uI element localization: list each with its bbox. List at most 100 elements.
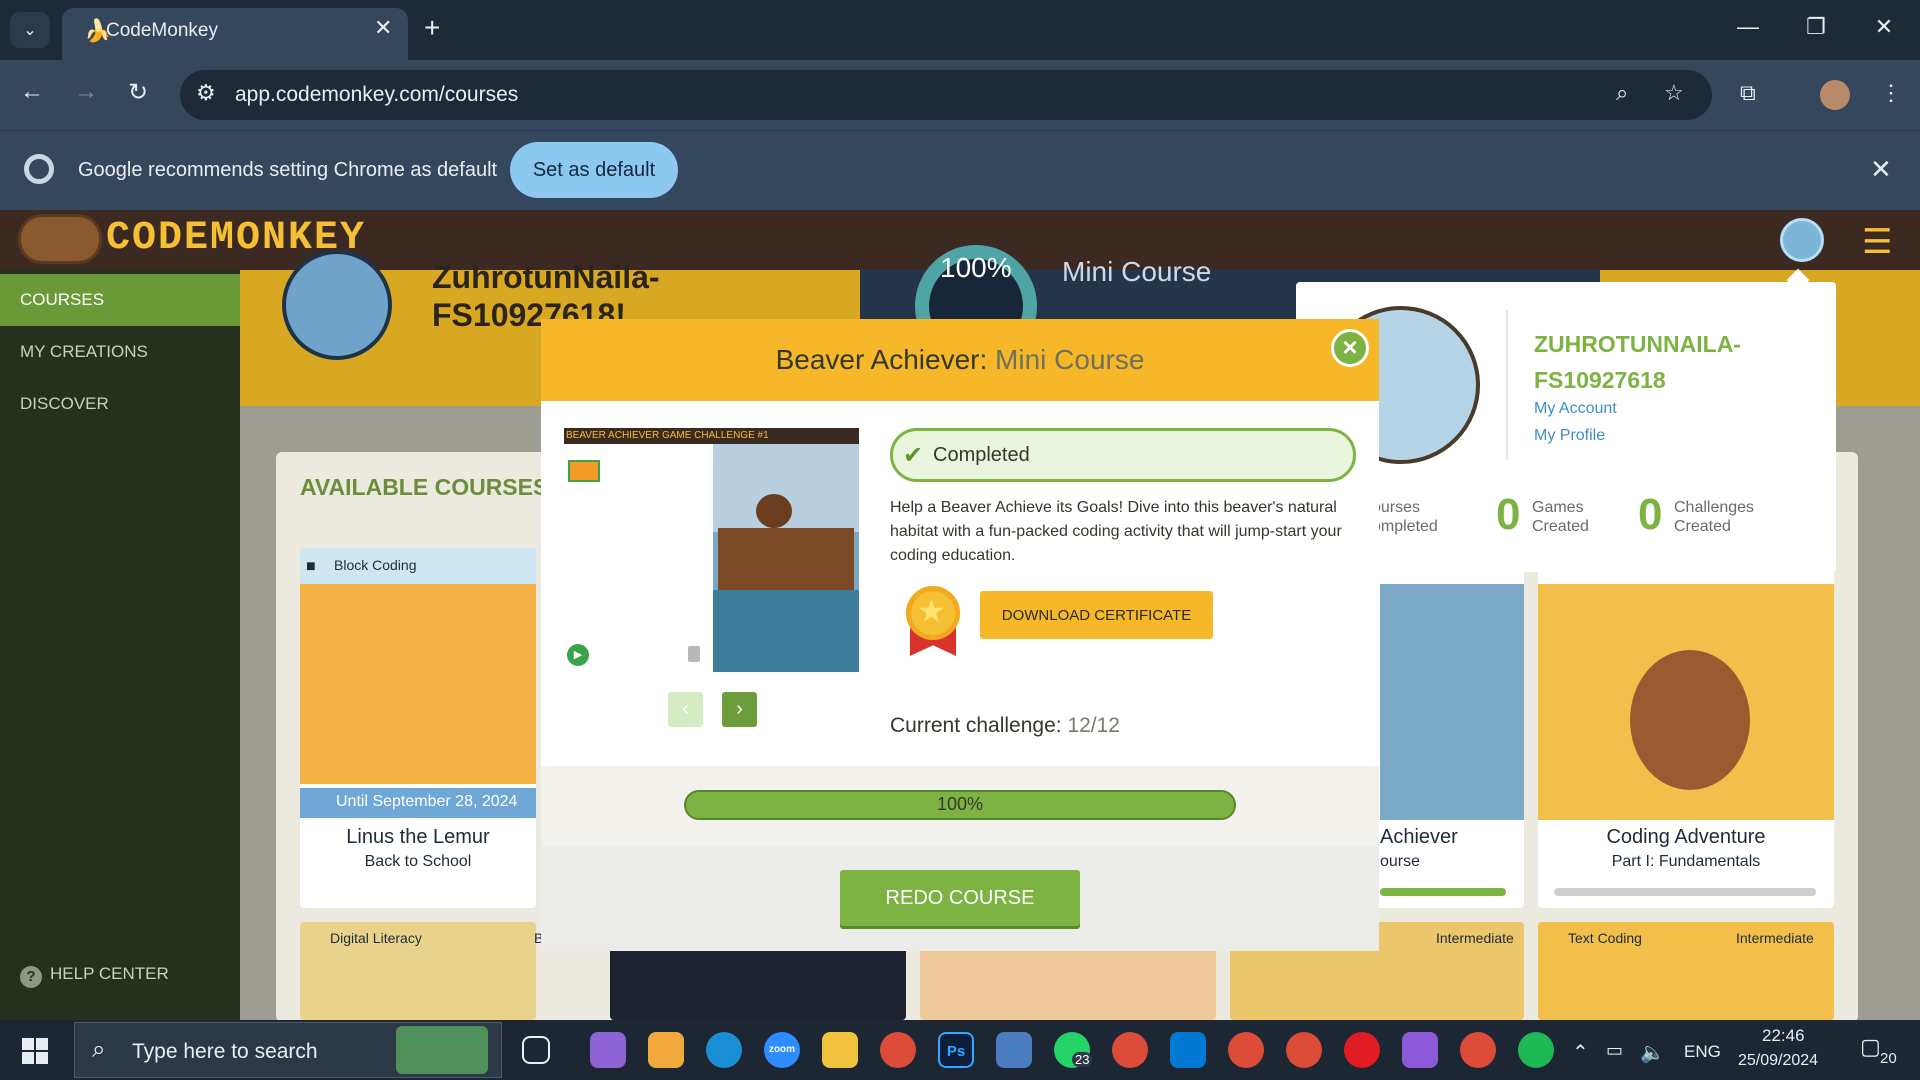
microsoft-store-icon[interactable] (648, 1032, 684, 1068)
preview-next-button[interactable]: › (722, 692, 757, 727)
clock-date[interactable]: 25/09/2024 (1738, 1052, 1818, 1070)
status-text: Completed (933, 444, 1030, 466)
card-subtitle: Part I: Fundamentals (1611, 853, 1761, 870)
tab-search-button[interactable]: ⌄ (10, 12, 50, 48)
header-avatar[interactable] (1780, 218, 1824, 262)
set-as-default-button[interactable]: Set as default (510, 142, 678, 198)
profile-avatar[interactable] (1820, 80, 1850, 110)
network-app-icon[interactable] (996, 1032, 1032, 1068)
zoom-icon[interactable]: ⌕ (1616, 80, 1628, 106)
back-icon[interactable]: ← (20, 78, 44, 106)
card-title: Achiever (1380, 826, 1458, 848)
bookmark-star-icon[interactable]: ☆ (1664, 80, 1684, 106)
banner-percent: 100% (940, 252, 1012, 283)
sidebar-item-my-creations[interactable]: MY CREATIONS (0, 326, 240, 378)
tab-close-icon[interactable]: ✕ (374, 15, 392, 41)
banner-course-name: Mini Course (1062, 256, 1212, 287)
chrome-profile-r3-icon[interactable] (1460, 1032, 1496, 1068)
sidebar-item-discover[interactable]: DISCOVER (0, 378, 240, 430)
card-subtitle: Back to School (364, 853, 472, 870)
preview-water (713, 590, 859, 672)
stat-courses-label: ourses ompleted (1372, 499, 1438, 535)
preview-prev-button[interactable]: ‹ (668, 692, 703, 727)
cube-icon: ■ (306, 558, 316, 575)
tab-title: CodeMonkey (106, 20, 218, 41)
close-window-icon[interactable]: ✕ (1864, 14, 1904, 40)
vscode-icon[interactable] (1170, 1032, 1206, 1068)
restore-icon[interactable]: ❐ (1796, 14, 1836, 40)
extensions-icon[interactable]: ⧉ (1740, 80, 1756, 106)
medal-star-icon: ★ (917, 593, 946, 629)
notification-count: 20 (1880, 1050, 1897, 1067)
popover-username: ZUHROTUNNAILA-FS10927618 (1534, 331, 1741, 393)
card-badge: Intermediate (1436, 930, 1514, 946)
trash-icon (688, 646, 700, 662)
windows-start-icon[interactable] (22, 1038, 48, 1064)
chrome-menu-icon[interactable]: ⋮ (1880, 80, 1902, 106)
lemur-illustration (300, 584, 536, 784)
reload-icon[interactable]: ↻ (128, 78, 148, 107)
my-account-link[interactable]: My Account (1534, 400, 1617, 418)
preview-beaver (756, 494, 792, 528)
clock-time[interactable]: 22:46 (1762, 1026, 1805, 1046)
chrome-profile-r-icon[interactable] (1228, 1032, 1264, 1068)
available-courses-heading: AVAILABLE COURSES I (300, 474, 562, 500)
sidebar-item-courses[interactable]: COURSES (0, 274, 240, 326)
code-block-icon (568, 460, 600, 482)
current-challenge: Current challenge: 12/12 (890, 714, 1120, 738)
download-certificate-button[interactable]: DOWNLOAD CERTIFICATE (980, 591, 1213, 639)
tray-overflow-icon[interactable]: ⌃ (1572, 1040, 1589, 1065)
minimize-icon[interactable]: — (1728, 14, 1768, 40)
photoshop-icon[interactable]: Ps (938, 1032, 974, 1068)
whatsapp-badge: 23 (1072, 1052, 1093, 1067)
copilot-icon[interactable] (590, 1032, 626, 1068)
card-title: Coding Adventure (1606, 826, 1766, 848)
card-title: Linus the Lemur (346, 826, 490, 848)
spotify-icon[interactable] (1518, 1032, 1554, 1068)
notification-icon[interactable]: ▢ (1860, 1034, 1881, 1060)
modal-close-icon[interactable]: × (1331, 329, 1369, 367)
run-play-icon: ▶ (567, 644, 589, 666)
battery-icon[interactable]: ▭ (1606, 1040, 1623, 1061)
monkey-illustration (1630, 650, 1750, 790)
stat-challenges-value: 0 (1638, 490, 1663, 539)
forward-icon[interactable]: → (74, 78, 98, 106)
infobar-close-icon[interactable]: ✕ (1870, 154, 1892, 185)
challenge-value: 12/12 (1067, 714, 1120, 737)
help-icon[interactable]: ? (20, 966, 42, 988)
monkey-logo-icon[interactable] (18, 214, 102, 264)
card-tag: Text Coding (1568, 930, 1642, 946)
redo-course-button[interactable]: REDO COURSE (840, 870, 1080, 926)
new-tab-icon[interactable]: + (424, 12, 440, 44)
site-info-icon[interactable]: ⚙ (196, 80, 216, 106)
card-progress-bar (1554, 888, 1816, 896)
app-diamond-icon[interactable] (1402, 1032, 1438, 1068)
stat-challenges-label: Challenges Created (1674, 499, 1755, 535)
task-view-icon[interactable] (522, 1036, 550, 1064)
url-text[interactable]: app.codemonkey.com/courses (235, 83, 518, 107)
file-explorer-icon[interactable] (822, 1032, 858, 1068)
chrome-profile-r2-icon[interactable] (1286, 1032, 1322, 1068)
chrome-active-icon[interactable] (880, 1032, 916, 1068)
challenge-label: Current challenge: (890, 714, 1068, 737)
stat-games-label: Games Created (1532, 499, 1589, 535)
hamburger-menu-icon[interactable]: ☰ (1862, 222, 1892, 262)
card-tag: Block Coding (300, 548, 536, 584)
chrome-profile-m-icon[interactable] (1112, 1032, 1148, 1068)
taskbar-search-placeholder[interactable]: Type here to search (132, 1040, 318, 1064)
my-profile-link[interactable]: My Profile (1534, 427, 1605, 445)
language-indicator[interactable]: ENG (1684, 1042, 1721, 1062)
card-progress-bar (1380, 888, 1506, 896)
search-highlight-image (396, 1026, 488, 1074)
edge-icon[interactable] (706, 1032, 742, 1068)
opera-icon[interactable] (1344, 1032, 1380, 1068)
zoom-app-icon[interactable]: zoom (764, 1032, 800, 1068)
help-center-link[interactable]: HELP CENTER (50, 964, 169, 984)
volume-icon[interactable]: 🔈 (1640, 1040, 1665, 1065)
card-deadline: Until September 28, 2024 (300, 788, 536, 818)
modal-title-main: Beaver Achiever: (775, 344, 988, 375)
chrome-logo-icon (24, 154, 54, 184)
course-progress-text: 100% (936, 794, 984, 814)
modal-title: Beaver Achiever: Mini Course (541, 344, 1379, 376)
modal-title-sub: Mini Course (987, 344, 1145, 375)
